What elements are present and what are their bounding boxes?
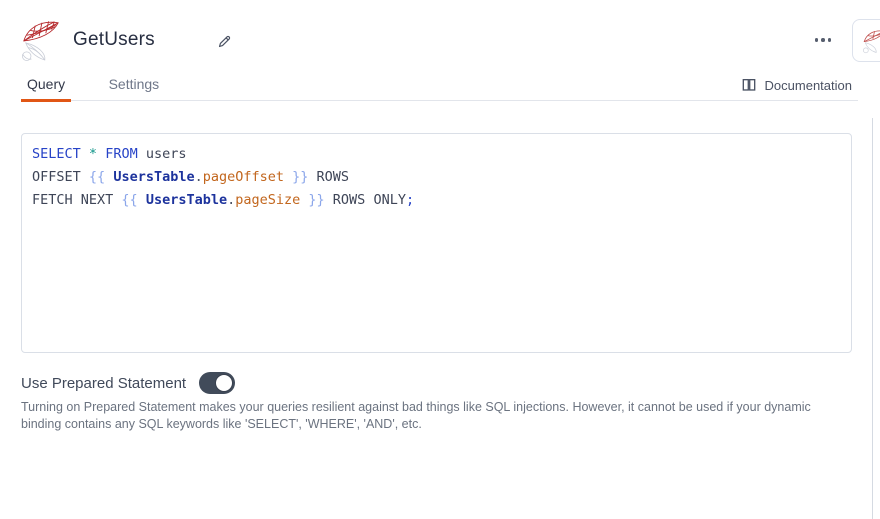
code-content: SELECT * FROM usersOFFSET {{ UsersTable.… — [22, 134, 851, 221]
prepared-statement-toggle[interactable] — [199, 372, 235, 394]
prepared-statement-row: Use Prepared Statement — [21, 370, 235, 396]
ellipsis-icon — [815, 38, 819, 42]
query-editor-page: GetUsers Query Settings — [0, 0, 880, 519]
code-line: FETCH NEXT {{ UsersTable.pageSize }} ROW… — [32, 189, 841, 212]
sql-code-editor[interactable]: SELECT * FROM usersOFFSET {{ UsersTable.… — [21, 133, 852, 353]
code-line: SELECT * FROM users — [32, 143, 841, 166]
prepared-statement-help-text: Turning on Prepared Statement makes your… — [21, 399, 833, 432]
toggle-knob — [215, 374, 233, 392]
more-actions-button[interactable] — [806, 30, 840, 50]
pencil-icon — [216, 33, 233, 50]
sql-server-logo — [20, 15, 62, 63]
editor-tabbar: Query Settings Documentation — [21, 72, 858, 101]
sql-server-logo-small — [862, 27, 880, 54]
tab-settings[interactable]: Settings — [103, 72, 166, 100]
documentation-label: Documentation — [765, 78, 852, 93]
code-line: OFFSET {{ UsersTable.pageOffset }} ROWS — [32, 166, 841, 189]
edit-name-button[interactable] — [212, 29, 236, 53]
prepared-statement-label: Use Prepared Statement — [21, 375, 186, 392]
datasource-card[interactable] — [852, 19, 880, 62]
tab-query[interactable]: Query — [21, 72, 71, 100]
book-icon — [741, 77, 757, 93]
documentation-link[interactable]: Documentation — [741, 77, 852, 93]
right-pane-divider — [872, 118, 873, 519]
query-name[interactable]: GetUsers — [73, 29, 155, 51]
